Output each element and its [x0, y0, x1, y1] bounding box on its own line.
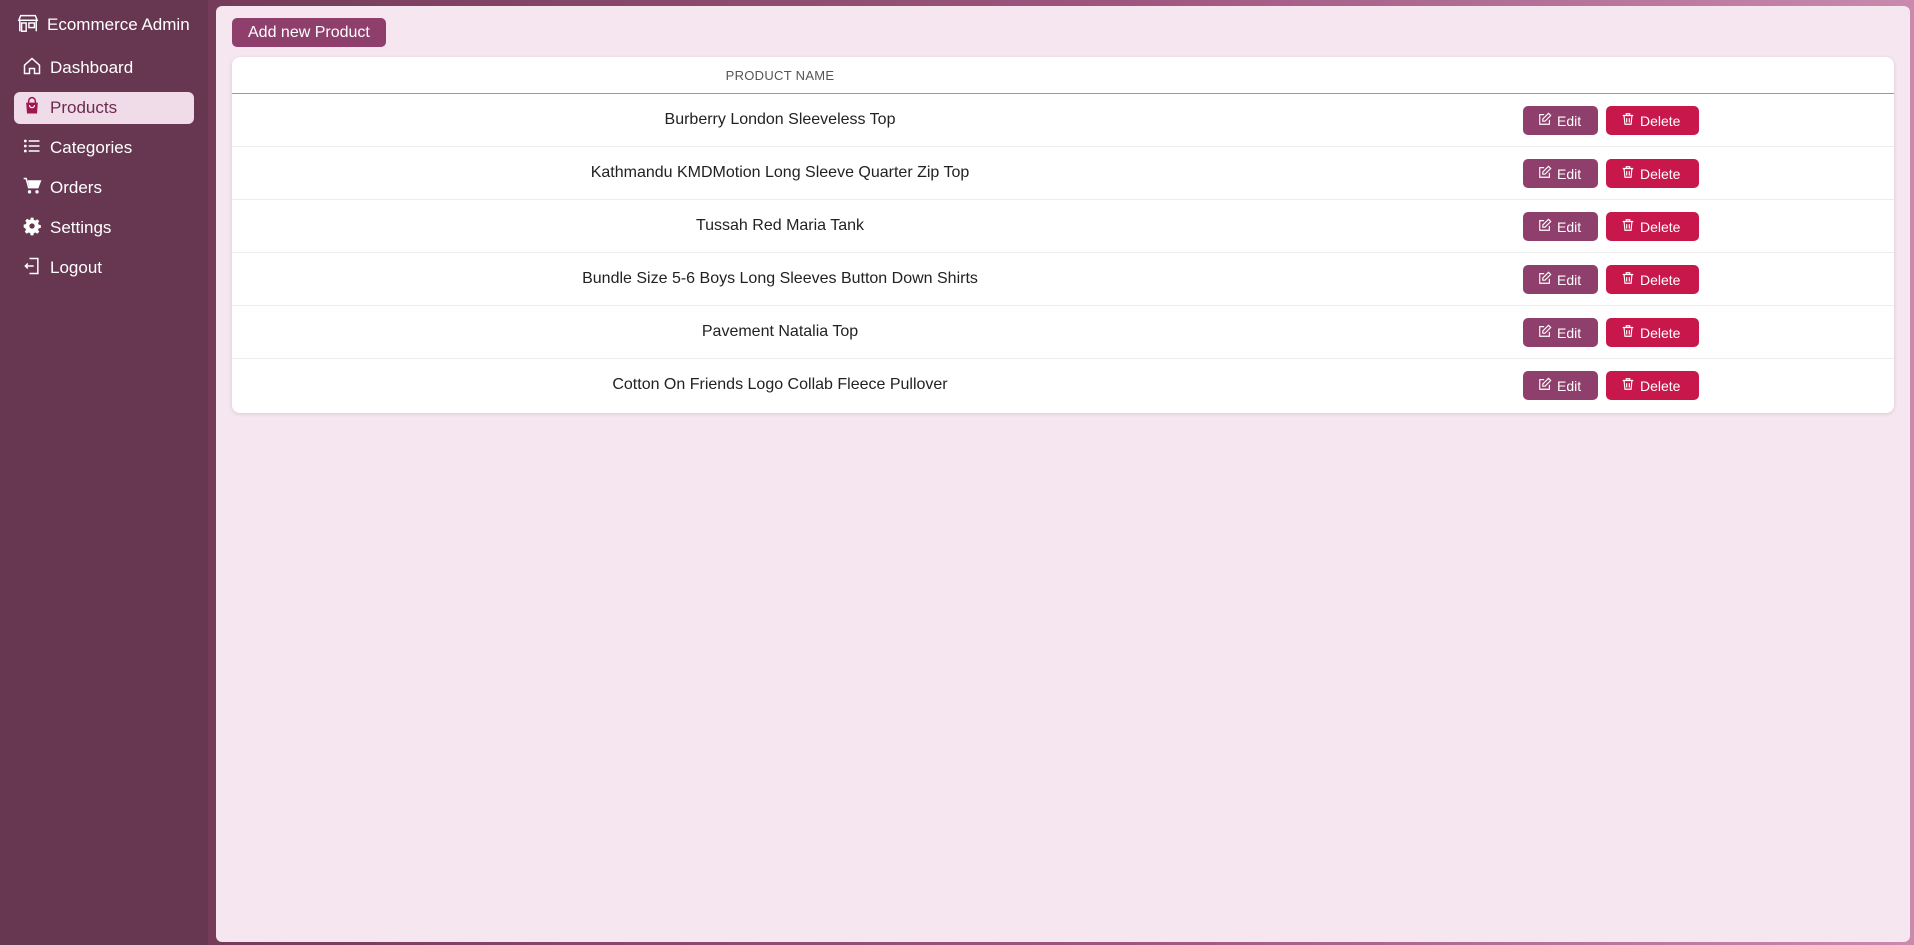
trash-icon	[1621, 324, 1635, 341]
trash-icon	[1621, 377, 1635, 394]
row-actions: Edit Delete	[1523, 265, 1699, 294]
sidebar-item-label: Dashboard	[50, 58, 134, 77]
product-name: Bundle Size 5-6 Boys Long Sleeves Button…	[582, 270, 978, 287]
product-name: Pavement Natalia Top	[701, 323, 859, 340]
sidebar-item-categories[interactable]: Categories	[14, 132, 194, 164]
delete-button-label: Delete	[1640, 271, 1681, 288]
shopping-bag-icon	[22, 96, 42, 121]
gear-icon	[22, 216, 42, 241]
edit-button-label: Edit	[1557, 218, 1582, 235]
table-header: PRODUCT NAME	[232, 57, 1894, 94]
sidebar-nav: Dashboard Products Categories Orders Set…	[14, 52, 194, 284]
delete-button[interactable]: Delete	[1606, 265, 1699, 294]
row-actions: Edit Delete	[1523, 318, 1699, 347]
trash-icon	[1621, 165, 1635, 182]
sidebar-item-dashboard[interactable]: Dashboard	[14, 52, 194, 84]
delete-button-label: Delete	[1640, 165, 1681, 182]
sidebar-item-label: Orders	[50, 178, 102, 197]
products-table: PRODUCT NAME Burberry London Sleeveless …	[232, 57, 1894, 413]
edit-button-label: Edit	[1557, 377, 1582, 394]
trash-icon	[1621, 271, 1635, 288]
sidebar-item-label: Settings	[50, 218, 112, 237]
edit-button-label: Edit	[1557, 112, 1582, 129]
sidebar-item-label: Products	[50, 98, 118, 117]
list-icon	[22, 136, 42, 161]
delete-button-label: Delete	[1640, 377, 1681, 394]
delete-button-label: Delete	[1640, 324, 1681, 341]
edit-icon	[1538, 377, 1552, 394]
logout-icon	[22, 256, 42, 281]
brand-title: Ecommerce Admin	[47, 15, 190, 34]
edit-button[interactable]: Edit	[1523, 212, 1598, 241]
table-row: Kathmandu KMDMotion Long Sleeve Quarter …	[232, 147, 1894, 200]
edit-button[interactable]: Edit	[1523, 318, 1598, 347]
delete-button[interactable]: Delete	[1606, 159, 1699, 188]
edit-button-label: Edit	[1557, 271, 1582, 288]
brand[interactable]: Ecommerce Admin	[14, 12, 194, 38]
row-actions: Edit Delete	[1523, 106, 1699, 135]
edit-icon	[1538, 218, 1552, 235]
delete-button[interactable]: Delete	[1606, 318, 1699, 347]
delete-button-label: Delete	[1640, 218, 1681, 235]
delete-button[interactable]: Delete	[1606, 106, 1699, 135]
sidebar-item-label: Logout	[50, 258, 102, 277]
edit-button-label: Edit	[1557, 324, 1582, 341]
table-row: Bundle Size 5-6 Boys Long Sleeves Button…	[232, 253, 1894, 306]
sidebar-item-logout[interactable]: Logout	[14, 252, 194, 284]
row-actions: Edit Delete	[1523, 159, 1699, 188]
sidebar: Ecommerce Admin Dashboard Products Categ…	[0, 0, 208, 945]
delete-button[interactable]: Delete	[1606, 371, 1699, 400]
table-body: Burberry London Sleeveless Top Edit Dele…	[232, 94, 1894, 412]
main-panel: Add new Product PRODUCT NAME Burberry Lo…	[216, 6, 1910, 942]
edit-button[interactable]: Edit	[1523, 159, 1598, 188]
sidebar-item-settings[interactable]: Settings	[14, 212, 194, 244]
edit-icon	[1538, 165, 1552, 182]
column-header-product-name: PRODUCT NAME	[725, 68, 835, 83]
store-icon	[17, 12, 39, 39]
sidebar-item-label: Categories	[50, 138, 133, 157]
product-name: Tussah Red Maria Tank	[695, 217, 865, 234]
delete-button[interactable]: Delete	[1606, 212, 1699, 241]
trash-icon	[1621, 218, 1635, 235]
home-icon	[22, 56, 42, 81]
table-row: Pavement Natalia Top Edit Delete	[232, 306, 1894, 359]
edit-button[interactable]: Edit	[1523, 371, 1598, 400]
add-new-product-button[interactable]: Add new Product	[232, 18, 386, 47]
table-row: Tussah Red Maria Tank Edit Delete	[232, 200, 1894, 253]
edit-icon	[1538, 324, 1552, 341]
edit-button[interactable]: Edit	[1523, 106, 1598, 135]
table-row: Cotton On Friends Logo Collab Fleece Pul…	[232, 359, 1894, 412]
sidebar-item-orders[interactable]: Orders	[14, 172, 194, 204]
edit-icon	[1538, 271, 1552, 288]
table-row: Burberry London Sleeveless Top Edit Dele…	[232, 94, 1894, 147]
trash-icon	[1621, 112, 1635, 129]
row-actions: Edit Delete	[1523, 371, 1699, 400]
cart-icon	[22, 176, 42, 201]
product-name: Burberry London Sleeveless Top	[664, 111, 896, 128]
edit-icon	[1538, 112, 1552, 129]
row-actions: Edit Delete	[1523, 212, 1699, 241]
sidebar-item-products[interactable]: Products	[14, 92, 194, 124]
product-name: Cotton On Friends Logo Collab Fleece Pul…	[612, 376, 948, 393]
delete-button-label: Delete	[1640, 112, 1681, 129]
product-name: Kathmandu KMDMotion Long Sleeve Quarter …	[590, 164, 970, 181]
edit-button[interactable]: Edit	[1523, 265, 1598, 294]
edit-button-label: Edit	[1557, 165, 1582, 182]
